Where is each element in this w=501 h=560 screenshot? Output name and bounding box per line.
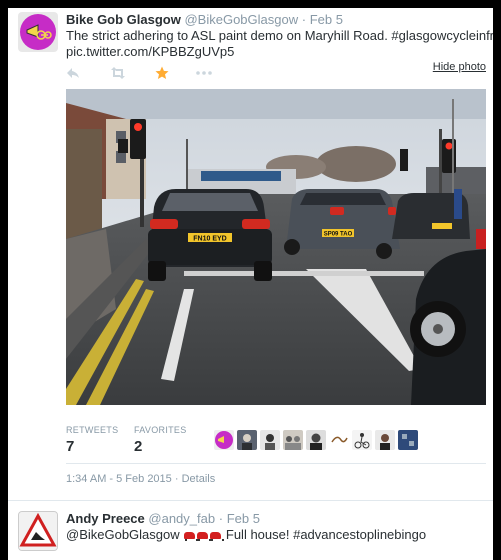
favoriter-avatar[interactable] xyxy=(283,430,303,450)
author-handle[interactable]: @BikeGobGlasgow xyxy=(184,12,298,27)
plate-fn10: FN10 EYD xyxy=(193,236,226,243)
hide-photo-link[interactable]: Hide photo xyxy=(433,61,486,73)
tweet-actions xyxy=(66,66,226,80)
tweet-date[interactable]: Feb 5 xyxy=(310,12,343,27)
retweets-label: RETWEETS xyxy=(66,425,119,435)
person-avatar-icon xyxy=(260,430,280,450)
reply-date[interactable]: Feb 5 xyxy=(227,511,260,526)
reply-author-handle[interactable]: @andy_fab xyxy=(148,511,215,526)
favorites-label: FAVORITES xyxy=(134,425,187,435)
main-tweet: Bike Gob Glasgow @BikeGobGlasgow · Feb 5… xyxy=(8,8,493,500)
favoriter-avatar[interactable] xyxy=(237,430,257,450)
favoriter-avatar[interactable] xyxy=(329,430,349,450)
person-avatar-icon xyxy=(306,430,326,450)
megaphone-icon xyxy=(26,24,52,40)
tweet-text: The strict adhering to ASL paint demo on… xyxy=(66,28,493,60)
plate-sp09: SP09 TAO xyxy=(324,232,353,238)
favorite-button[interactable] xyxy=(155,66,169,80)
meta-separator: · xyxy=(174,473,179,485)
reply-button[interactable] xyxy=(66,66,80,80)
cyclist-avatar-icon xyxy=(352,430,372,450)
author-name[interactable]: Bike Gob Glasgow xyxy=(66,12,181,27)
star-icon xyxy=(155,66,169,79)
tweet-timestamp: 1:34 AM - 5 Feb 2015 xyxy=(66,473,172,485)
car-emoji-icon xyxy=(197,532,212,541)
retweet-button[interactable] xyxy=(110,66,126,80)
tweet-permalink-frame: Bike Gob Glasgow @BikeGobGlasgow · Feb 5… xyxy=(8,8,493,560)
warning-sign-icon xyxy=(19,512,57,550)
car-emoji-icon xyxy=(184,532,199,541)
tweet-meta: 1:34 AM - 5 Feb 2015 · Details xyxy=(66,473,215,485)
reply-author-avatar[interactable] xyxy=(18,511,58,551)
reply-body: Full house! #advancestoplinebingo xyxy=(225,527,427,542)
car-emoji-icon xyxy=(210,532,225,541)
bike-avatar-icon xyxy=(329,430,349,450)
pattern-avatar-icon xyxy=(398,430,418,450)
reply-mention[interactable]: @BikeGobGlasgow xyxy=(66,527,180,542)
reply-author-name[interactable]: Andy Preece xyxy=(66,511,145,526)
reply-icon xyxy=(67,68,79,78)
retweet-icon xyxy=(111,67,125,79)
person-avatar-icon xyxy=(237,430,257,450)
author-avatar[interactable] xyxy=(18,12,58,52)
favoriter-avatar[interactable] xyxy=(375,430,395,450)
tweet-photo[interactable]: FN10 EYD SP09 TAO xyxy=(66,89,486,405)
group-avatar-icon xyxy=(283,430,303,450)
favoriter-avatar[interactable] xyxy=(214,430,234,450)
street-photo: FN10 EYD SP09 TAO xyxy=(66,89,486,405)
header-separator: · xyxy=(301,12,307,27)
tweet-photo-link[interactable]: pic.twitter.com/KPBBZgUVp5 xyxy=(66,44,486,60)
reply-header: Andy Preece @andy_fab · Feb 5 xyxy=(66,511,260,527)
details-link[interactable]: Details xyxy=(182,473,216,485)
reply-tweet[interactable]: Andy Preece @andy_fab · Feb 5 @BikeGobGl… xyxy=(8,500,493,560)
more-icon xyxy=(196,71,212,75)
stats-divider xyxy=(66,463,486,464)
favoriter-avatar[interactable] xyxy=(306,430,326,450)
favoriter-avatar[interactable] xyxy=(352,430,372,450)
favoriters-avatars xyxy=(214,430,418,452)
person-avatar-icon xyxy=(375,430,395,450)
more-button[interactable] xyxy=(196,66,212,80)
tweet-header: Bike Gob Glasgow @BikeGobGlasgow · Feb 5 xyxy=(66,12,343,28)
megaphone-avatar-icon xyxy=(214,430,234,450)
favoriter-avatar[interactable] xyxy=(398,430,418,450)
favoriter-avatar[interactable] xyxy=(260,430,280,450)
retweets-count[interactable]: 7 xyxy=(66,438,74,455)
tweet-text-line1: The strict adhering to ASL paint demo on… xyxy=(66,28,493,43)
reply-header-separator: · xyxy=(218,511,224,526)
favorites-count[interactable]: 2 xyxy=(134,438,142,455)
reply-text: @BikeGobGlasgow Full house! #advancestop… xyxy=(66,527,486,543)
